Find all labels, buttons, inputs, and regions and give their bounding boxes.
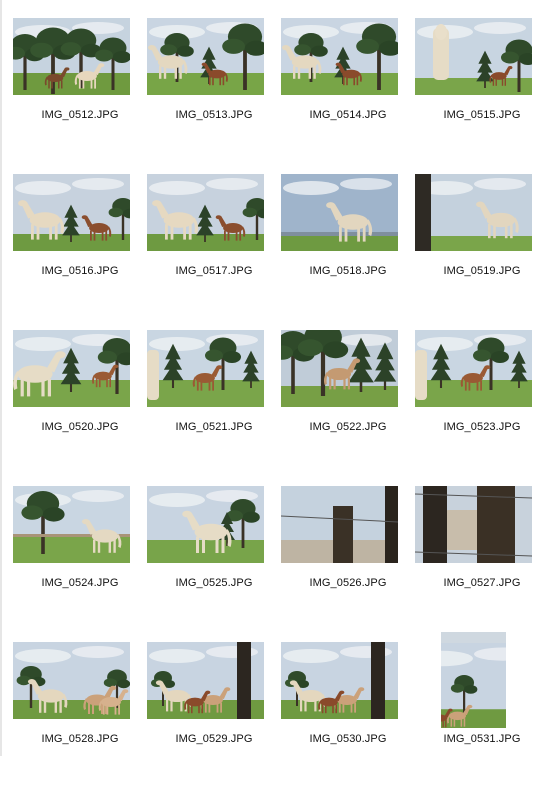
file-tile[interactable]: IMG_0514.JPG (281, 18, 415, 168)
file-tile[interactable]: IMG_0518.JPG (281, 174, 415, 324)
file-tile[interactable]: IMG_0527.JPG (415, 486, 540, 636)
file-name-label[interactable]: IMG_0516.JPG (13, 265, 147, 277)
file-tile[interactable]: IMG_0521.JPG (147, 330, 281, 480)
file-name-label[interactable]: IMG_0528.JPG (13, 733, 147, 745)
file-tile[interactable]: IMG_0528.JPG (13, 642, 147, 792)
file-tile[interactable]: IMG_0526.JPG (281, 486, 415, 636)
image-thumbnail[interactable] (147, 330, 264, 407)
image-thumbnail[interactable] (281, 486, 398, 563)
file-tile[interactable]: IMG_0522.JPG (281, 330, 415, 480)
image-thumbnail[interactable] (415, 330, 532, 407)
file-tile[interactable]: IMG_0516.JPG (13, 174, 147, 324)
file-tile[interactable]: IMG_0524.JPG (13, 486, 147, 636)
file-tile[interactable]: IMG_0512.JPG (13, 18, 147, 168)
file-name-label[interactable]: IMG_0523.JPG (415, 421, 540, 433)
file-name-label[interactable]: IMG_0531.JPG (415, 733, 540, 745)
image-thumbnail[interactable] (13, 642, 130, 719)
file-name-label[interactable]: IMG_0518.JPG (281, 265, 415, 277)
file-name-label[interactable]: IMG_0525.JPG (147, 577, 281, 589)
file-name-label[interactable]: IMG_0517.JPG (147, 265, 281, 277)
file-name-label[interactable]: IMG_0529.JPG (147, 733, 281, 745)
image-thumbnail[interactable] (13, 174, 130, 251)
file-name-label[interactable]: IMG_0530.JPG (281, 733, 415, 745)
image-thumbnail[interactable] (147, 642, 264, 719)
image-thumbnail[interactable] (13, 18, 130, 95)
thumbnail-grid: IMG_0512.JPG IMG_0513.JPG IMG_0514.JPG I… (0, 0, 540, 756)
file-tile[interactable]: IMG_0513.JPG (147, 18, 281, 168)
file-name-label[interactable]: IMG_0524.JPG (13, 577, 147, 589)
file-name-label[interactable]: IMG_0526.JPG (281, 577, 415, 589)
file-name-label[interactable]: IMG_0520.JPG (13, 421, 147, 433)
file-tile[interactable]: IMG_0519.JPG (415, 174, 540, 324)
image-thumbnail[interactable] (281, 174, 398, 251)
image-thumbnail[interactable] (415, 486, 532, 563)
file-tile[interactable]: IMG_0520.JPG (13, 330, 147, 480)
file-name-label[interactable]: IMG_0527.JPG (415, 577, 540, 589)
image-thumbnail[interactable] (147, 174, 264, 251)
file-name-label[interactable]: IMG_0512.JPG (13, 109, 147, 121)
image-thumbnail[interactable] (415, 18, 532, 95)
image-thumbnail[interactable] (13, 486, 130, 563)
image-thumbnail[interactable] (13, 330, 130, 407)
file-tile[interactable]: IMG_0529.JPG (147, 642, 281, 792)
file-name-label[interactable]: IMG_0515.JPG (415, 109, 540, 121)
image-thumbnail[interactable] (281, 642, 398, 719)
image-thumbnail[interactable] (441, 632, 506, 728)
image-thumbnail[interactable] (147, 18, 264, 95)
image-thumbnail[interactable] (281, 330, 398, 407)
file-tile[interactable]: IMG_0531.JPG (415, 632, 540, 792)
file-tile[interactable]: IMG_0525.JPG (147, 486, 281, 636)
file-tile[interactable]: IMG_0530.JPG (281, 642, 415, 792)
image-thumbnail[interactable] (281, 18, 398, 95)
file-tile[interactable]: IMG_0523.JPG (415, 330, 540, 480)
file-name-label[interactable]: IMG_0513.JPG (147, 109, 281, 121)
file-name-label[interactable]: IMG_0514.JPG (281, 109, 415, 121)
image-thumbnail[interactable] (147, 486, 264, 563)
image-thumbnail[interactable] (415, 174, 532, 251)
file-tile[interactable]: IMG_0515.JPG (415, 18, 540, 168)
file-tile[interactable]: IMG_0517.JPG (147, 174, 281, 324)
file-name-label[interactable]: IMG_0522.JPG (281, 421, 415, 433)
file-name-label[interactable]: IMG_0521.JPG (147, 421, 281, 433)
file-name-label[interactable]: IMG_0519.JPG (415, 265, 540, 277)
